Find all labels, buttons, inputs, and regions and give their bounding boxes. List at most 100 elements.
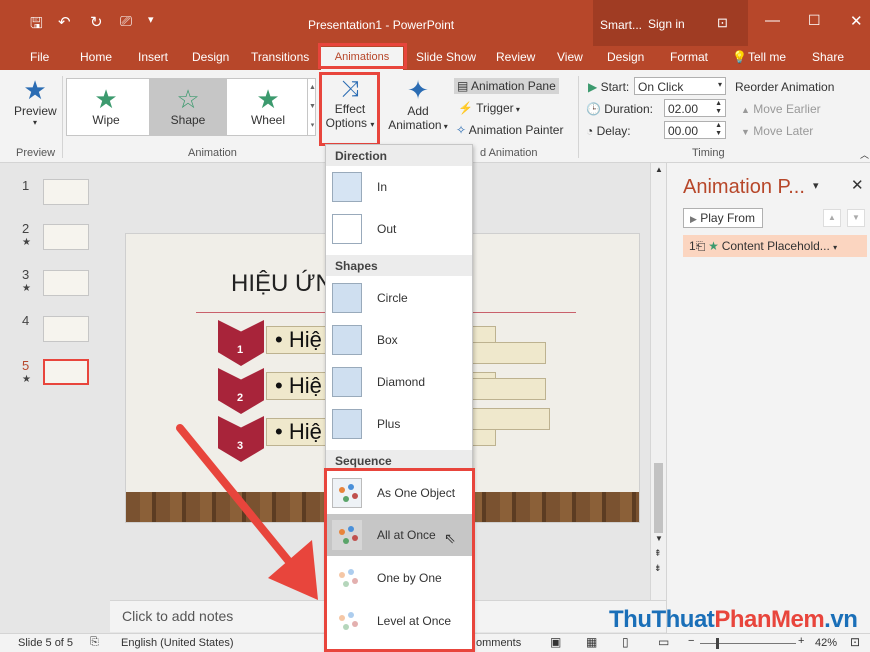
- diamond-label: Diamond: [377, 375, 426, 389]
- slide-number: 3: [22, 267, 30, 282]
- timing-group-label: Timing: [692, 147, 725, 159]
- pane-close-icon[interactable]: ✕: [851, 176, 864, 194]
- tab-slide-show[interactable]: Slide Show: [416, 50, 476, 64]
- ribbon-tabs: File Home Insert Design Transitions Anim…: [0, 46, 870, 70]
- move-up-icon[interactable]: ▲: [823, 209, 841, 227]
- move-later-button[interactable]: ▼ Move Later: [741, 124, 813, 138]
- play-from-button[interactable]: ▶ Play From: [683, 208, 763, 228]
- plus-label: Plus: [377, 417, 401, 431]
- animation-painter-button[interactable]: ✧ Animation Painter: [456, 123, 563, 137]
- fit-slide-icon[interactable]: ⊡: [850, 635, 860, 649]
- move-earlier-button[interactable]: ▲ Move Earlier: [741, 102, 821, 116]
- comments-button[interactable]: omments: [476, 637, 521, 649]
- close-icon[interactable]: ✕: [850, 12, 863, 30]
- wipe-star-icon: ★: [94, 84, 118, 114]
- delay-spinner[interactable]: 00.00 ▲ ▼: [664, 121, 726, 139]
- pane-options-icon[interactable]: ▾: [813, 179, 819, 192]
- sign-in-link[interactable]: Sign in: [648, 17, 685, 31]
- mouse-click-icon: ⎗: [695, 239, 706, 253]
- menu-item-plus[interactable]: Plus: [326, 403, 472, 445]
- tab-format[interactable]: Format: [670, 50, 708, 64]
- scroll-up-icon[interactable]: ▲: [655, 165, 663, 174]
- normal-view-icon[interactable]: ▣: [550, 635, 561, 649]
- tab-transitions[interactable]: Transitions: [251, 50, 309, 64]
- preview-star-icon: ★: [23, 75, 47, 105]
- tab-file[interactable]: File: [30, 50, 49, 64]
- start-select[interactable]: On Click ▾: [634, 77, 726, 95]
- zoom-level[interactable]: 42%: [815, 637, 837, 649]
- direction-out-icon: [332, 214, 362, 244]
- maximize-icon[interactable]: ☐: [808, 12, 821, 29]
- tab-view[interactable]: View: [557, 50, 583, 64]
- move-earlier-icon: ▲: [741, 105, 750, 115]
- slide-sorter-icon[interactable]: ▦: [586, 635, 597, 649]
- animation-pane-button[interactable]: ▤ Animation Pane: [454, 78, 559, 94]
- gallery-wheel[interactable]: ★ Wheel: [229, 79, 307, 135]
- duration-value: 02.00: [668, 102, 699, 116]
- tab-home[interactable]: Home: [80, 50, 112, 64]
- zoom-out-icon[interactable]: −: [688, 635, 694, 647]
- redo-icon[interactable]: ↻: [90, 13, 103, 31]
- tab-review[interactable]: Review: [496, 50, 535, 64]
- prev-slide-icon[interactable]: ⇞: [654, 548, 662, 559]
- animation-item-number: 1: [689, 239, 696, 253]
- slide-thumbnail-4[interactable]: [43, 316, 89, 342]
- spell-check-icon[interactable]: ⎘: [90, 636, 99, 649]
- duration-spin-icon: ▲ ▼: [715, 100, 722, 115]
- animation-item-label: Content Placehold...: [721, 239, 830, 253]
- language-indicator[interactable]: English (United States): [121, 637, 234, 649]
- move-down-icon[interactable]: ▼: [847, 209, 865, 227]
- share-button[interactable]: Share: [812, 50, 844, 64]
- animation-star-icon: ★: [22, 374, 31, 385]
- duration-spinner[interactable]: 02.00 ▲ ▼: [664, 99, 726, 117]
- undo-icon[interactable]: ↶: [58, 13, 71, 31]
- context-group-label: Smart...: [600, 18, 643, 32]
- menu-item-circle[interactable]: Circle: [326, 277, 472, 319]
- minimize-icon[interactable]: —: [765, 12, 780, 29]
- ribbon-display-icon[interactable]: ⊡: [717, 15, 728, 31]
- slide-thumbnail-3[interactable]: [43, 270, 89, 296]
- animation-painter-label: Animation Painter: [468, 123, 564, 137]
- chevron-shape: [218, 320, 264, 366]
- slide-thumbnail-1[interactable]: [43, 179, 89, 205]
- tab-design[interactable]: Design: [192, 50, 229, 64]
- delay-label-text: Delay:: [596, 124, 631, 138]
- preview-button[interactable]: ★ Preview ▾: [14, 75, 57, 127]
- tell-me-box[interactable]: Tell me: [748, 50, 786, 64]
- slideshow-view-icon[interactable]: ▭: [658, 635, 669, 649]
- group-separator: [578, 76, 579, 158]
- menu-item-diamond[interactable]: Diamond: [326, 361, 472, 403]
- save-icon[interactable]: 🖫: [30, 13, 43, 38]
- menu-item-out[interactable]: Out: [326, 208, 472, 250]
- menu-item-box[interactable]: Box: [326, 319, 472, 361]
- menu-item-in[interactable]: In: [326, 166, 472, 208]
- next-slide-icon[interactable]: ⇟: [654, 563, 662, 574]
- animation-star-icon: ★: [708, 239, 719, 253]
- gallery-wipe[interactable]: ★ Wipe: [67, 79, 145, 135]
- scroll-down-icon[interactable]: ▼: [655, 534, 663, 543]
- slide-thumbnail-5[interactable]: [43, 359, 89, 385]
- add-animation-line1: Add: [407, 104, 429, 118]
- add-animation-button[interactable]: ✦ Add Animation ▾: [386, 76, 450, 132]
- vertical-scrollbar[interactable]: ▲ ▼ ⇞ ⇟: [650, 163, 666, 600]
- tab-smartart-design[interactable]: Design: [607, 50, 644, 64]
- slide-thumbnail-2[interactable]: [43, 224, 89, 250]
- effect-options-highlight: [319, 72, 380, 146]
- shape-star-icon: ☆: [176, 84, 200, 114]
- zoom-slider[interactable]: [700, 643, 796, 644]
- zoom-in-icon[interactable]: +: [798, 635, 804, 647]
- start-label: ▶ Start:: [588, 80, 629, 94]
- present-icon[interactable]: ⎚: [120, 13, 132, 30]
- zoom-slider-thumb[interactable]: [716, 638, 719, 649]
- qat-customize-icon[interactable]: ▾: [148, 13, 154, 26]
- scroll-thumb[interactable]: [654, 463, 663, 533]
- collapse-ribbon-icon[interactable]: ︿: [860, 148, 869, 161]
- gallery-shape[interactable]: ☆ Shape: [149, 79, 227, 135]
- trigger-label: Trigger: [476, 101, 514, 115]
- trigger-button[interactable]: ⚡ Trigger ▾: [458, 101, 520, 115]
- delay-icon: ◔: [586, 124, 594, 138]
- reading-view-icon[interactable]: ▯: [622, 635, 629, 649]
- gallery-scroll[interactable]: ▲ ▼ ▾: [307, 78, 317, 136]
- animation-list-item[interactable]: 1⎗ ★ Content Placehold... ▾: [683, 235, 867, 257]
- tab-insert[interactable]: Insert: [138, 50, 168, 64]
